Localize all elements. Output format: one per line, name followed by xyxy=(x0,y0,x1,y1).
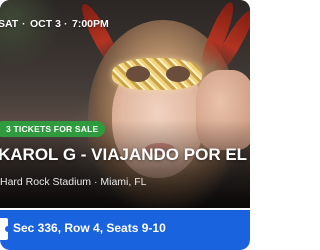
event-ticket-card[interactable]: SAT · OCT 3 · 7:00PM 3 TICKETS FOR SALE … xyxy=(0,0,250,250)
tickets-for-sale-badge: 3 TICKETS FOR SALE xyxy=(0,121,106,137)
event-date-time: SAT · OCT 3 · 7:00PM xyxy=(0,18,250,34)
photo-palm-foliage xyxy=(0,0,60,70)
photo-mask-eye-right xyxy=(166,66,190,82)
date-separator: · xyxy=(64,18,68,30)
event-venue: Hard Rock Stadium · Miami, FL xyxy=(0,176,147,188)
event-photo: SAT · OCT 3 · 7:00PM 3 TICKETS FOR SALE … xyxy=(0,0,250,208)
seat-info-bar[interactable]: Sec 336, Row 4, Seats 9-10 xyxy=(0,210,250,250)
event-time: 7:00PM xyxy=(72,18,109,30)
seat-details: Sec 336, Row 4, Seats 9-10 xyxy=(13,221,166,235)
date-separator: · xyxy=(22,18,26,30)
event-title[interactable]: KAROL G - VIAJANDO POR EL MU... xyxy=(0,145,250,169)
photo-mask-eye-left xyxy=(126,66,150,82)
event-day: SAT xyxy=(0,18,19,30)
ticket-icon xyxy=(0,218,10,240)
event-date: OCT 3 xyxy=(30,18,61,30)
